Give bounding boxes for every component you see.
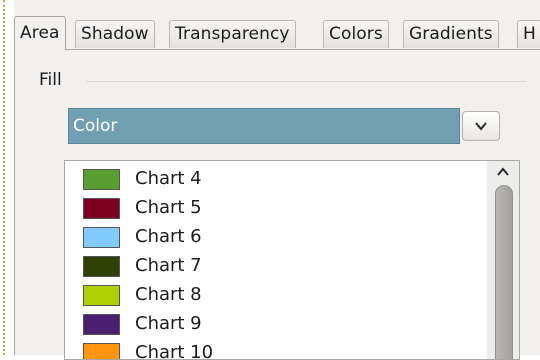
color-swatch (83, 198, 120, 219)
list-item[interactable]: Chart 4 (65, 165, 465, 194)
color-name: Chart 8 (135, 284, 202, 305)
color-swatch (83, 256, 120, 277)
color-name: Chart 5 (135, 197, 202, 218)
tab-transparency[interactable]: Transparency (169, 20, 296, 48)
tab-shadow[interactable]: Shadow (75, 20, 155, 48)
chevron-down-icon (475, 122, 487, 131)
color-swatch (83, 169, 120, 190)
scroll-up-button[interactable] (487, 161, 519, 183)
list-item[interactable]: Chart 8 (65, 281, 465, 310)
scroll-thumb[interactable] (495, 185, 513, 359)
color-swatch (83, 285, 120, 306)
color-name: Chart 9 (135, 313, 202, 334)
color-list[interactable]: Chart 4 Chart 5 Chart 6 Chart 7 Chart 8 … (64, 160, 520, 360)
tab-gradients[interactable]: Gradients (403, 20, 499, 48)
list-item[interactable]: Chart 6 (65, 223, 465, 252)
color-name: Chart 7 (135, 255, 202, 276)
fill-type-value[interactable]: Color (68, 108, 460, 144)
color-name: Chart 10 (135, 342, 214, 360)
color-name: Chart 6 (135, 226, 202, 247)
dropdown-button[interactable] (462, 111, 500, 141)
fill-type-dropdown[interactable]: Color (68, 108, 516, 144)
fill-separator (86, 81, 526, 82)
dotted-margin (3, 0, 5, 355)
color-name: Chart 4 (135, 168, 202, 189)
list-item[interactable]: Chart 9 (65, 310, 465, 339)
tab-hatching[interactable]: H (517, 20, 540, 48)
fill-label: Fill (39, 70, 62, 90)
tab-area[interactable]: Area (14, 16, 66, 50)
tab-colors[interactable]: Colors (323, 20, 389, 48)
chevron-up-icon (497, 167, 509, 176)
color-swatch (83, 343, 120, 359)
list-item[interactable]: Chart 10 (65, 339, 465, 360)
vertical-scrollbar[interactable] (487, 161, 519, 359)
color-swatch (83, 314, 120, 335)
tab-bar: Area Shadow Transparency Colors Gradient… (14, 16, 540, 50)
list-item[interactable]: Chart 7 (65, 252, 465, 281)
list-item[interactable]: Chart 5 (65, 194, 465, 223)
color-swatch (83, 227, 120, 248)
